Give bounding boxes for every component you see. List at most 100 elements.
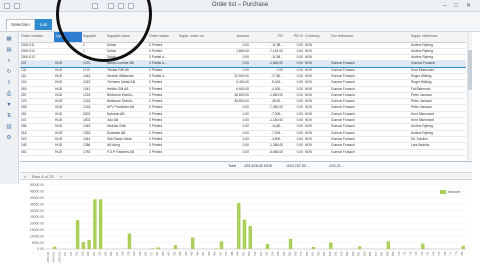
col-header-pd-pct[interactable]: PD % bbox=[284, 32, 304, 43]
tab-selection[interactable]: Selection bbox=[6, 19, 35, 30]
bar[interactable] bbox=[265, 243, 270, 249]
bar[interactable] bbox=[242, 219, 247, 249]
col-header-suppl-reference[interactable]: Suppl. reference bbox=[410, 32, 466, 43]
scroll-thumb[interactable] bbox=[468, 50, 472, 90]
x-tick-label: 749 bbox=[431, 251, 435, 256]
x-tick-label: 711 bbox=[403, 251, 407, 256]
col-header-currency[interactable]: Currency bbox=[304, 32, 330, 43]
x-tick-label: 308 bbox=[121, 251, 125, 256]
x-tick-label: 524 bbox=[259, 251, 263, 256]
close-icon[interactable]: ✕ bbox=[466, 3, 471, 9]
filter-icon[interactable]: ▼ bbox=[5, 102, 13, 109]
totals-label: Total bbox=[228, 164, 237, 168]
x-tick-label: 539 bbox=[270, 251, 274, 256]
chart-legend: Amount bbox=[439, 189, 460, 194]
col-header-our-reference[interactable]: Our reference bbox=[330, 32, 410, 43]
export-icon[interactable]: ⇪ bbox=[5, 80, 13, 87]
sort-icon[interactable]: ⇅ bbox=[5, 113, 13, 120]
bar[interactable] bbox=[87, 240, 91, 249]
bar[interactable] bbox=[190, 237, 195, 249]
col-header-order-status[interactable]: Order status bbox=[148, 32, 178, 43]
x-tick-label: 696 bbox=[391, 251, 395, 256]
bar[interactable] bbox=[357, 246, 362, 249]
cell-supplier: 1783 bbox=[82, 149, 106, 156]
cell-order-status: 0 Printed bbox=[148, 149, 178, 156]
bar[interactable] bbox=[98, 199, 103, 249]
x-tick-label: 361 bbox=[144, 251, 148, 256]
minimize-icon[interactable]: – bbox=[443, 3, 446, 9]
bar[interactable] bbox=[461, 245, 465, 249]
bar[interactable] bbox=[93, 199, 97, 249]
grid-scrollbar[interactable] bbox=[467, 32, 472, 166]
bar[interactable] bbox=[421, 243, 425, 249]
bar[interactable] bbox=[156, 247, 160, 249]
cell-order-number: 361 bbox=[20, 149, 54, 156]
x-tick-label: 281 bbox=[109, 251, 113, 256]
x-tick-label: 2000-013 bbox=[57, 251, 61, 263]
x-tick-label: 629 bbox=[339, 251, 343, 256]
x-tick-label: 479 bbox=[224, 251, 228, 256]
x-tick-label: 576 bbox=[299, 251, 303, 256]
maximize-icon[interactable]: □ bbox=[454, 3, 458, 9]
chart-canvas: 50000.00 45000.00 40000.00 35000.00 30000.00… bbox=[30, 183, 466, 263]
refresh-icon[interactable]: ↻ bbox=[5, 69, 13, 76]
search-icon[interactable]: ⌕ bbox=[5, 58, 13, 65]
bar[interactable] bbox=[75, 220, 80, 249]
x-tick-label: 704 bbox=[397, 251, 401, 256]
totals-row: Total 425,428.00 NOK -515,767.00 ... -12… bbox=[20, 161, 472, 169]
col-header-amount[interactable]: Amount bbox=[212, 32, 250, 43]
bar[interactable] bbox=[237, 202, 241, 249]
calendar-icon[interactable]: ▤ bbox=[5, 47, 13, 54]
x-tick-label: 501 bbox=[241, 251, 245, 256]
cell-pd-pct: 0.00 bbox=[284, 149, 304, 156]
tab-list[interactable]: List bbox=[35, 19, 53, 30]
col-header-pd[interactable]: PD bbox=[250, 32, 284, 43]
bar[interactable] bbox=[127, 233, 132, 249]
grid-icon[interactable]: ▦ bbox=[5, 36, 13, 43]
x-tick-label: 569 bbox=[293, 251, 297, 256]
bar[interactable] bbox=[288, 238, 293, 249]
bar[interactable] bbox=[150, 248, 155, 249]
col-header-order-number[interactable]: Order number bbox=[20, 32, 54, 43]
bar[interactable] bbox=[173, 245, 178, 249]
bar[interactable] bbox=[311, 247, 316, 249]
x-tick-label: 455 bbox=[207, 251, 211, 256]
bar[interactable] bbox=[52, 246, 57, 249]
col-header-suppl-order-no[interactable]: Suppl. order no. bbox=[178, 32, 212, 43]
cell-supplier-name: F.G.P Fastners AB bbox=[106, 149, 148, 156]
bar[interactable] bbox=[248, 225, 252, 249]
nav-next-button[interactable]: » bbox=[60, 174, 62, 179]
table-row[interactable]: 361 HUD 1783 F.G.P Fastners AB 0 Printed 0.00… bbox=[20, 149, 466, 156]
y-tick-label: 30000.00 bbox=[30, 209, 44, 213]
y-tick-label: 15000.00 bbox=[30, 228, 44, 232]
bar[interactable] bbox=[329, 242, 333, 249]
y-tick-label: 5000.00 bbox=[32, 241, 44, 245]
amount-chart: 50000.00 45000.00 40000.00 35000.00 30000.00… bbox=[20, 181, 472, 269]
x-tick-label: 636 bbox=[345, 251, 349, 256]
left-toolbar: ▦ ▤ ⌕ ↻ ⇪ ⎙ ▼ ⇅ ▥ ⚙ bbox=[0, 32, 19, 184]
x-tick-label: 349 bbox=[138, 251, 142, 256]
x-tick-label: 614 bbox=[328, 251, 332, 256]
x-tick-label: 486 bbox=[230, 251, 234, 256]
y-tick-label: 20000.00 bbox=[30, 222, 44, 226]
x-tick-label: 644 bbox=[351, 251, 355, 256]
bar[interactable] bbox=[214, 248, 218, 249]
x-tick-label: 2000-011 bbox=[46, 251, 50, 262]
x-tick-label: 779 bbox=[454, 251, 458, 256]
x-tick-label: 674 bbox=[374, 251, 378, 256]
bar[interactable] bbox=[219, 241, 224, 249]
totals-pd: -515,767.00 ... bbox=[286, 164, 311, 168]
x-tick-label: 681 bbox=[380, 251, 384, 256]
bar[interactable] bbox=[386, 241, 391, 249]
x-tick-label: 591 bbox=[311, 251, 315, 256]
print-icon[interactable]: ⎙ bbox=[5, 91, 13, 98]
chart-icon[interactable]: ▥ bbox=[5, 124, 13, 131]
x-tick-label: 162 bbox=[80, 251, 84, 256]
bar[interactable] bbox=[81, 242, 86, 249]
nav-first-button[interactable]: « bbox=[24, 174, 26, 179]
settings-icon[interactable]: ⚙ bbox=[5, 135, 13, 142]
legend-label: Amount bbox=[447, 189, 460, 194]
x-tick-label: 509 bbox=[247, 251, 251, 256]
x-tick-label: 764 bbox=[443, 251, 447, 256]
x-tick-label: 425 bbox=[184, 251, 188, 256]
